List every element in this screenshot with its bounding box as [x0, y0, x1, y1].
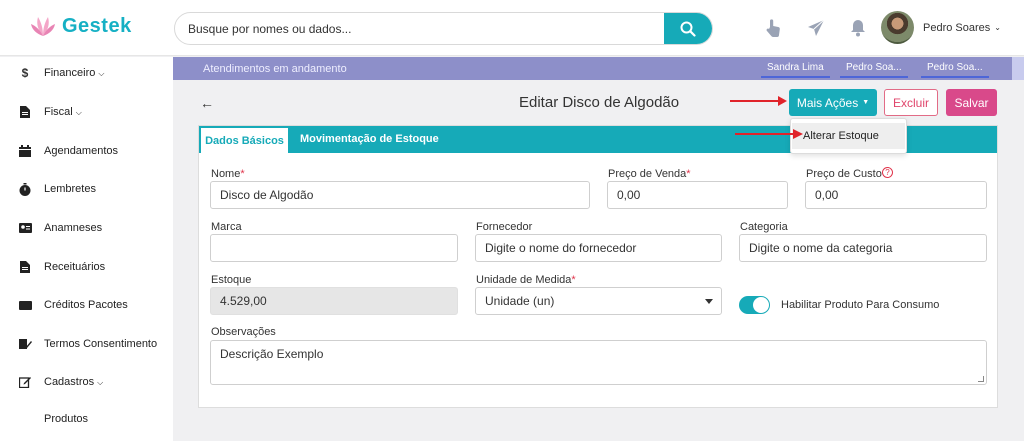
- avatar: [881, 11, 914, 44]
- edit-icon: [18, 375, 32, 389]
- dollar-icon: $: [21, 66, 29, 80]
- categoria-label: Categoria: [740, 221, 788, 233]
- unidade-label: Unidade de Medida*: [476, 274, 576, 286]
- logo-text: Gestek: [62, 14, 132, 37]
- help-icon[interactable]: ?: [882, 167, 893, 178]
- sidebar-item-label: Agendamentos: [44, 145, 118, 157]
- sidebar-item-lembretes[interactable]: Lembretes: [0, 174, 173, 204]
- tab-dados-basicos[interactable]: Dados Básicos: [201, 128, 288, 153]
- sidebar-item-label: Fiscal: [44, 106, 73, 118]
- tab-movimentacao-estoque[interactable]: Movimentação de Estoque: [300, 133, 439, 145]
- fornecedor-input[interactable]: Digite o nome do fornecedor: [475, 234, 722, 262]
- unidade-select[interactable]: Unidade (un): [475, 287, 722, 315]
- marca-input[interactable]: [210, 234, 458, 262]
- sidebar-item-termos-consentimento[interactable]: Termos Consentimento: [0, 329, 173, 359]
- id-card-icon: [18, 221, 32, 235]
- toggle-knob: [753, 297, 769, 313]
- fornecedor-label: Fornecedor: [476, 221, 533, 233]
- search-button[interactable]: [664, 13, 712, 44]
- user-menu[interactable]: Pedro Soares ⌄: [881, 11, 1001, 44]
- delete-button[interactable]: Excluir: [884, 89, 938, 116]
- top-icons: [762, 16, 870, 40]
- top-bar: Gestek Pedro Soares ⌄: [0, 0, 1024, 56]
- sidebar-item-label: Receituários: [44, 261, 106, 273]
- marca-label: Marca: [211, 221, 242, 233]
- sidebar-item-label: Financeiro: [44, 67, 96, 79]
- ticket-icon: [18, 298, 32, 312]
- annotation-arrow-icon: [735, 129, 803, 139]
- nome-label: Nome*: [211, 168, 245, 180]
- sidebar-item-anamneses[interactable]: Anamneses: [0, 213, 173, 243]
- chevron-down-icon: ⌵: [98, 69, 105, 78]
- estoque-label: Estoque: [211, 274, 252, 286]
- observacoes-textarea[interactable]: Descrição Exemplo: [210, 340, 987, 385]
- chevron-down-icon: ⌄: [994, 23, 1001, 32]
- attendances-bar: Atendimentos em andamento Sandra Lima Pe…: [173, 57, 1024, 80]
- preco-custo-label: Preço de Custo: [806, 168, 882, 180]
- calendar-icon: [18, 144, 32, 158]
- page-title: Editar Disco de Algodão: [519, 94, 680, 111]
- sidebar-item-receituarios[interactable]: Receituários: [0, 252, 173, 282]
- sidebar-item-cadastros[interactable]: Cadastros ⌵: [0, 367, 173, 397]
- sidebar-item-label: Termos Consentimento: [44, 338, 158, 350]
- document-icon: [18, 105, 32, 119]
- sidebar-item-label: Produtos: [44, 413, 89, 425]
- observacoes-label: Observações: [211, 326, 276, 338]
- sidebar-item-creditos-pacotes[interactable]: Créditos Pacotes: [0, 290, 173, 320]
- annotation-arrow-icon: [730, 96, 787, 106]
- sidebar-item-label: Anamneses: [44, 222, 103, 234]
- menu-item-alterar-estoque[interactable]: Alterar Estoque: [792, 123, 905, 149]
- sidebar-item-fiscal[interactable]: Fiscal ⌵: [0, 97, 173, 127]
- estoque-input: 4.529,00: [210, 287, 458, 315]
- observacoes-value: Descrição Exemplo: [220, 347, 324, 361]
- caret-down-icon: [705, 299, 713, 304]
- sidebar-item-produtos[interactable]: Produtos: [0, 404, 173, 434]
- habilitar-consumo-toggle[interactable]: [739, 296, 770, 314]
- lotus-logo-icon: [31, 17, 55, 36]
- habilitar-consumo-label: Habilitar Produto Para Consumo: [781, 299, 940, 311]
- attendance-tab[interactable]: Pedro Soa...: [921, 62, 989, 78]
- sidebar-item-label: Créditos Pacotes: [44, 299, 128, 311]
- back-arrow-icon[interactable]: ←: [200, 95, 214, 111]
- search-bar: [174, 12, 713, 45]
- categoria-input[interactable]: Digite o nome da categoria: [739, 234, 987, 262]
- sidebar-item-label: Lembretes: [44, 183, 96, 195]
- signature-icon: [18, 337, 32, 351]
- nome-input[interactable]: Disco de Algodão: [210, 181, 590, 209]
- sidebar: $ Financeiro ⌵ Fiscal ⌵ Agendamentos Lembr…: [0, 57, 173, 441]
- file-icon: [18, 260, 32, 274]
- user-name: Pedro Soares: [923, 21, 991, 34]
- chevron-down-icon: ⌵: [97, 378, 104, 387]
- search-input[interactable]: [175, 13, 665, 44]
- attendance-tab[interactable]: Sandra Lima: [761, 62, 830, 78]
- paper-plane-icon[interactable]: [804, 16, 828, 40]
- save-button[interactable]: Salvar: [946, 89, 997, 116]
- logo[interactable]: Gestek: [30, 14, 132, 38]
- sidebar-item-agendamentos[interactable]: Agendamentos: [0, 136, 173, 166]
- sidebar-item-label: Cadastros: [44, 376, 95, 388]
- bell-icon[interactable]: [846, 16, 870, 40]
- more-actions-dropdown: Alterar Estoque: [790, 118, 907, 154]
- attendances-title: Atendimentos em andamento: [203, 63, 347, 75]
- attendance-tab[interactable]: Pedro Soa...: [840, 62, 908, 78]
- preco-venda-label: Preço de Venda*: [608, 168, 691, 180]
- preco-venda-input[interactable]: 0,00: [607, 181, 788, 209]
- hand-pointer-icon[interactable]: [762, 16, 786, 40]
- sidebar-item-financeiro[interactable]: $ Financeiro ⌵: [0, 58, 173, 88]
- unidade-select-value: Unidade (un): [485, 294, 555, 308]
- search-icon: [680, 21, 696, 37]
- caret-down-icon: ▼: [862, 99, 870, 106]
- more-actions-label: Mais Ações: [796, 95, 859, 110]
- chevron-down-icon: ⌵: [75, 108, 82, 117]
- stopwatch-icon: [18, 182, 32, 196]
- resize-handle-icon[interactable]: [978, 376, 984, 382]
- scrollbar[interactable]: [1012, 57, 1024, 80]
- more-actions-button[interactable]: Mais Ações ▼: [789, 89, 877, 116]
- preco-custo-input[interactable]: 0,00: [805, 181, 987, 209]
